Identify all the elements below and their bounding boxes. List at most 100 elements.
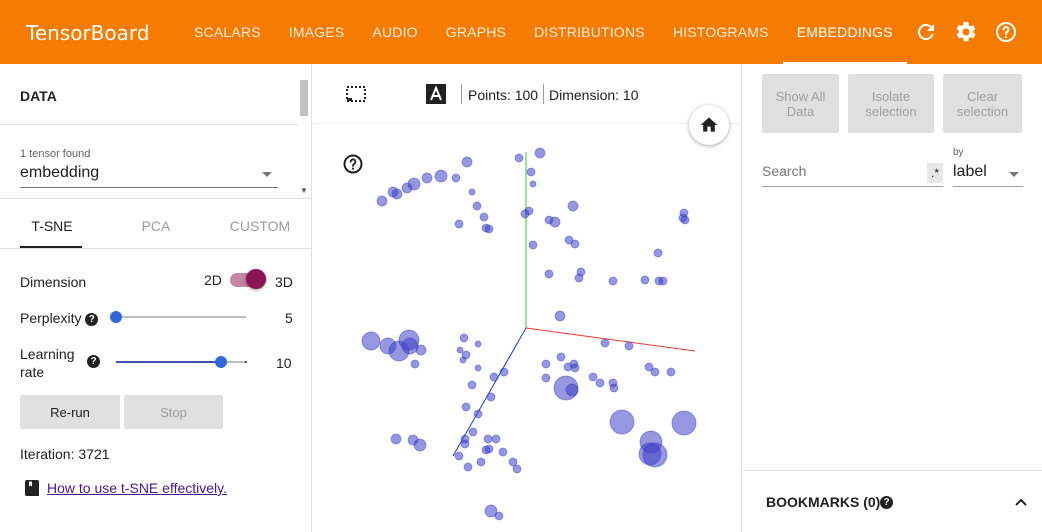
embedding-point[interactable] xyxy=(680,215,690,225)
tab-scalars[interactable]: SCALARS xyxy=(180,0,275,64)
tab-histograms[interactable]: HISTOGRAMS xyxy=(659,0,783,64)
embedding-point[interactable] xyxy=(653,248,663,258)
embedding-point[interactable] xyxy=(514,153,524,163)
embedding-point[interactable] xyxy=(570,239,580,249)
embedding-point[interactable] xyxy=(401,182,413,194)
search-input[interactable]: Search xyxy=(762,163,943,187)
labels-icon[interactable] xyxy=(425,83,447,105)
embedding-point[interactable] xyxy=(454,219,464,229)
embedding-point[interactable] xyxy=(467,380,477,390)
embedding-point[interactable] xyxy=(454,451,464,461)
data-panel-scrollbar[interactable]: ▼ xyxy=(298,70,310,195)
scroll-down-arrow-icon[interactable]: ▼ xyxy=(300,186,308,195)
tab-audio[interactable]: AUDIO xyxy=(358,0,431,64)
embedding-scatter-3d[interactable] xyxy=(313,124,741,532)
chevron-up-icon[interactable] xyxy=(1014,497,1028,507)
help-icon[interactable] xyxy=(994,20,1018,44)
embedding-point[interactable] xyxy=(415,344,427,356)
embedding-point[interactable] xyxy=(671,410,697,436)
embedding-point[interactable] xyxy=(640,275,650,285)
embedding-point[interactable] xyxy=(473,409,483,419)
embedding-point[interactable] xyxy=(556,352,566,362)
embedding-point[interactable] xyxy=(554,310,566,322)
embedding-point[interactable] xyxy=(595,378,605,388)
tab-custom[interactable]: CUSTOM xyxy=(208,204,312,248)
embedding-point[interactable] xyxy=(528,240,538,250)
tab-images[interactable]: IMAGES xyxy=(275,0,359,64)
embedding-point[interactable] xyxy=(456,346,464,354)
learning-rate-slider-knob[interactable] xyxy=(215,356,227,368)
embedding-point[interactable] xyxy=(608,276,618,286)
embedding-point[interactable] xyxy=(461,156,473,168)
embedding-point[interactable] xyxy=(666,367,676,377)
rerun-button[interactable]: Re-run xyxy=(20,395,120,429)
tab-graphs[interactable]: GRAPHS xyxy=(432,0,520,64)
embedding-point[interactable] xyxy=(474,364,482,372)
embedding-point[interactable] xyxy=(567,200,579,212)
embedding-point[interactable] xyxy=(484,444,494,454)
embedding-point[interactable] xyxy=(460,434,470,444)
embedding-point[interactable] xyxy=(434,169,448,183)
embedding-point[interactable] xyxy=(600,338,610,348)
embedding-point[interactable] xyxy=(574,273,584,283)
tsne-howto-link[interactable]: How to use t-SNE effectively. xyxy=(47,480,227,496)
tab-distributions[interactable]: DISTRIBUTIONS xyxy=(520,0,659,64)
embedding-point[interactable] xyxy=(526,167,536,177)
scrollbar-thumb[interactable] xyxy=(300,80,308,116)
embedding-point[interactable] xyxy=(642,442,668,468)
embedding-point[interactable] xyxy=(565,383,579,397)
regex-toggle-button[interactable]: .* xyxy=(927,163,943,183)
embedding-point[interactable] xyxy=(361,331,381,351)
embedding-point[interactable] xyxy=(541,359,551,369)
embedding-point[interactable] xyxy=(499,367,509,377)
embedding-point[interactable] xyxy=(529,180,537,188)
help-icon[interactable]: ? xyxy=(87,355,100,368)
embedding-point[interactable] xyxy=(451,173,461,183)
tab-pca[interactable]: PCA xyxy=(104,204,208,248)
bookmarks-panel[interactable]: BOOKMARKS (0) ? xyxy=(742,470,1042,532)
embedding-point[interactable] xyxy=(421,172,433,184)
embedding-point[interactable] xyxy=(541,373,551,383)
embedding-point[interactable] xyxy=(489,372,499,382)
embedding-point[interactable] xyxy=(624,341,634,351)
embedding-point[interactable] xyxy=(544,269,554,279)
embedding-point[interactable] xyxy=(491,434,501,444)
embedding-point[interactable] xyxy=(549,216,561,228)
embedding-point[interactable] xyxy=(398,329,420,351)
embedding-point[interactable] xyxy=(520,209,530,219)
search-by-dropdown[interactable]: label xyxy=(953,163,1023,187)
embedding-point[interactable] xyxy=(570,363,580,373)
embedding-point[interactable] xyxy=(476,457,486,467)
settings-icon[interactable] xyxy=(954,20,978,44)
embedding-point[interactable] xyxy=(498,447,508,457)
refresh-icon[interactable] xyxy=(914,20,938,44)
show-all-data-button[interactable]: Show All Data xyxy=(762,74,839,133)
embedding-point[interactable] xyxy=(658,276,668,286)
embedding-point[interactable] xyxy=(472,201,482,211)
embedding-point[interactable] xyxy=(463,462,473,472)
tensor-dropdown[interactable]: embedding xyxy=(20,164,278,188)
embedding-point[interactable] xyxy=(484,224,494,234)
embedding-point[interactable] xyxy=(413,438,427,452)
embedding-point[interactable] xyxy=(534,147,546,159)
perplexity-slider-knob[interactable] xyxy=(110,311,122,323)
embedding-point[interactable] xyxy=(459,333,469,343)
help-icon[interactable]: ? xyxy=(880,496,893,509)
reset-view-button[interactable] xyxy=(689,105,729,145)
embedding-point[interactable] xyxy=(387,186,399,198)
embedding-point[interactable] xyxy=(479,212,489,222)
embedding-point[interactable] xyxy=(484,504,498,518)
stop-button[interactable]: Stop xyxy=(124,395,223,429)
tab-embeddings[interactable]: EMBEDDINGS xyxy=(782,0,907,64)
night-mode-icon[interactable] xyxy=(385,83,407,105)
embedding-point[interactable] xyxy=(468,427,478,437)
embedding-point[interactable] xyxy=(468,188,476,196)
embedding-point[interactable] xyxy=(588,372,598,382)
clear-selection-button[interactable]: Clear selection xyxy=(943,74,1022,133)
help-icon[interactable]: ? xyxy=(85,313,99,326)
perplexity-slider[interactable] xyxy=(116,316,246,318)
dimension-toggle-knob[interactable] xyxy=(246,269,266,289)
isolate-selection-button[interactable]: Isolate selection xyxy=(848,74,934,133)
embedding-point[interactable] xyxy=(486,392,496,402)
embedding-point[interactable] xyxy=(609,383,619,393)
